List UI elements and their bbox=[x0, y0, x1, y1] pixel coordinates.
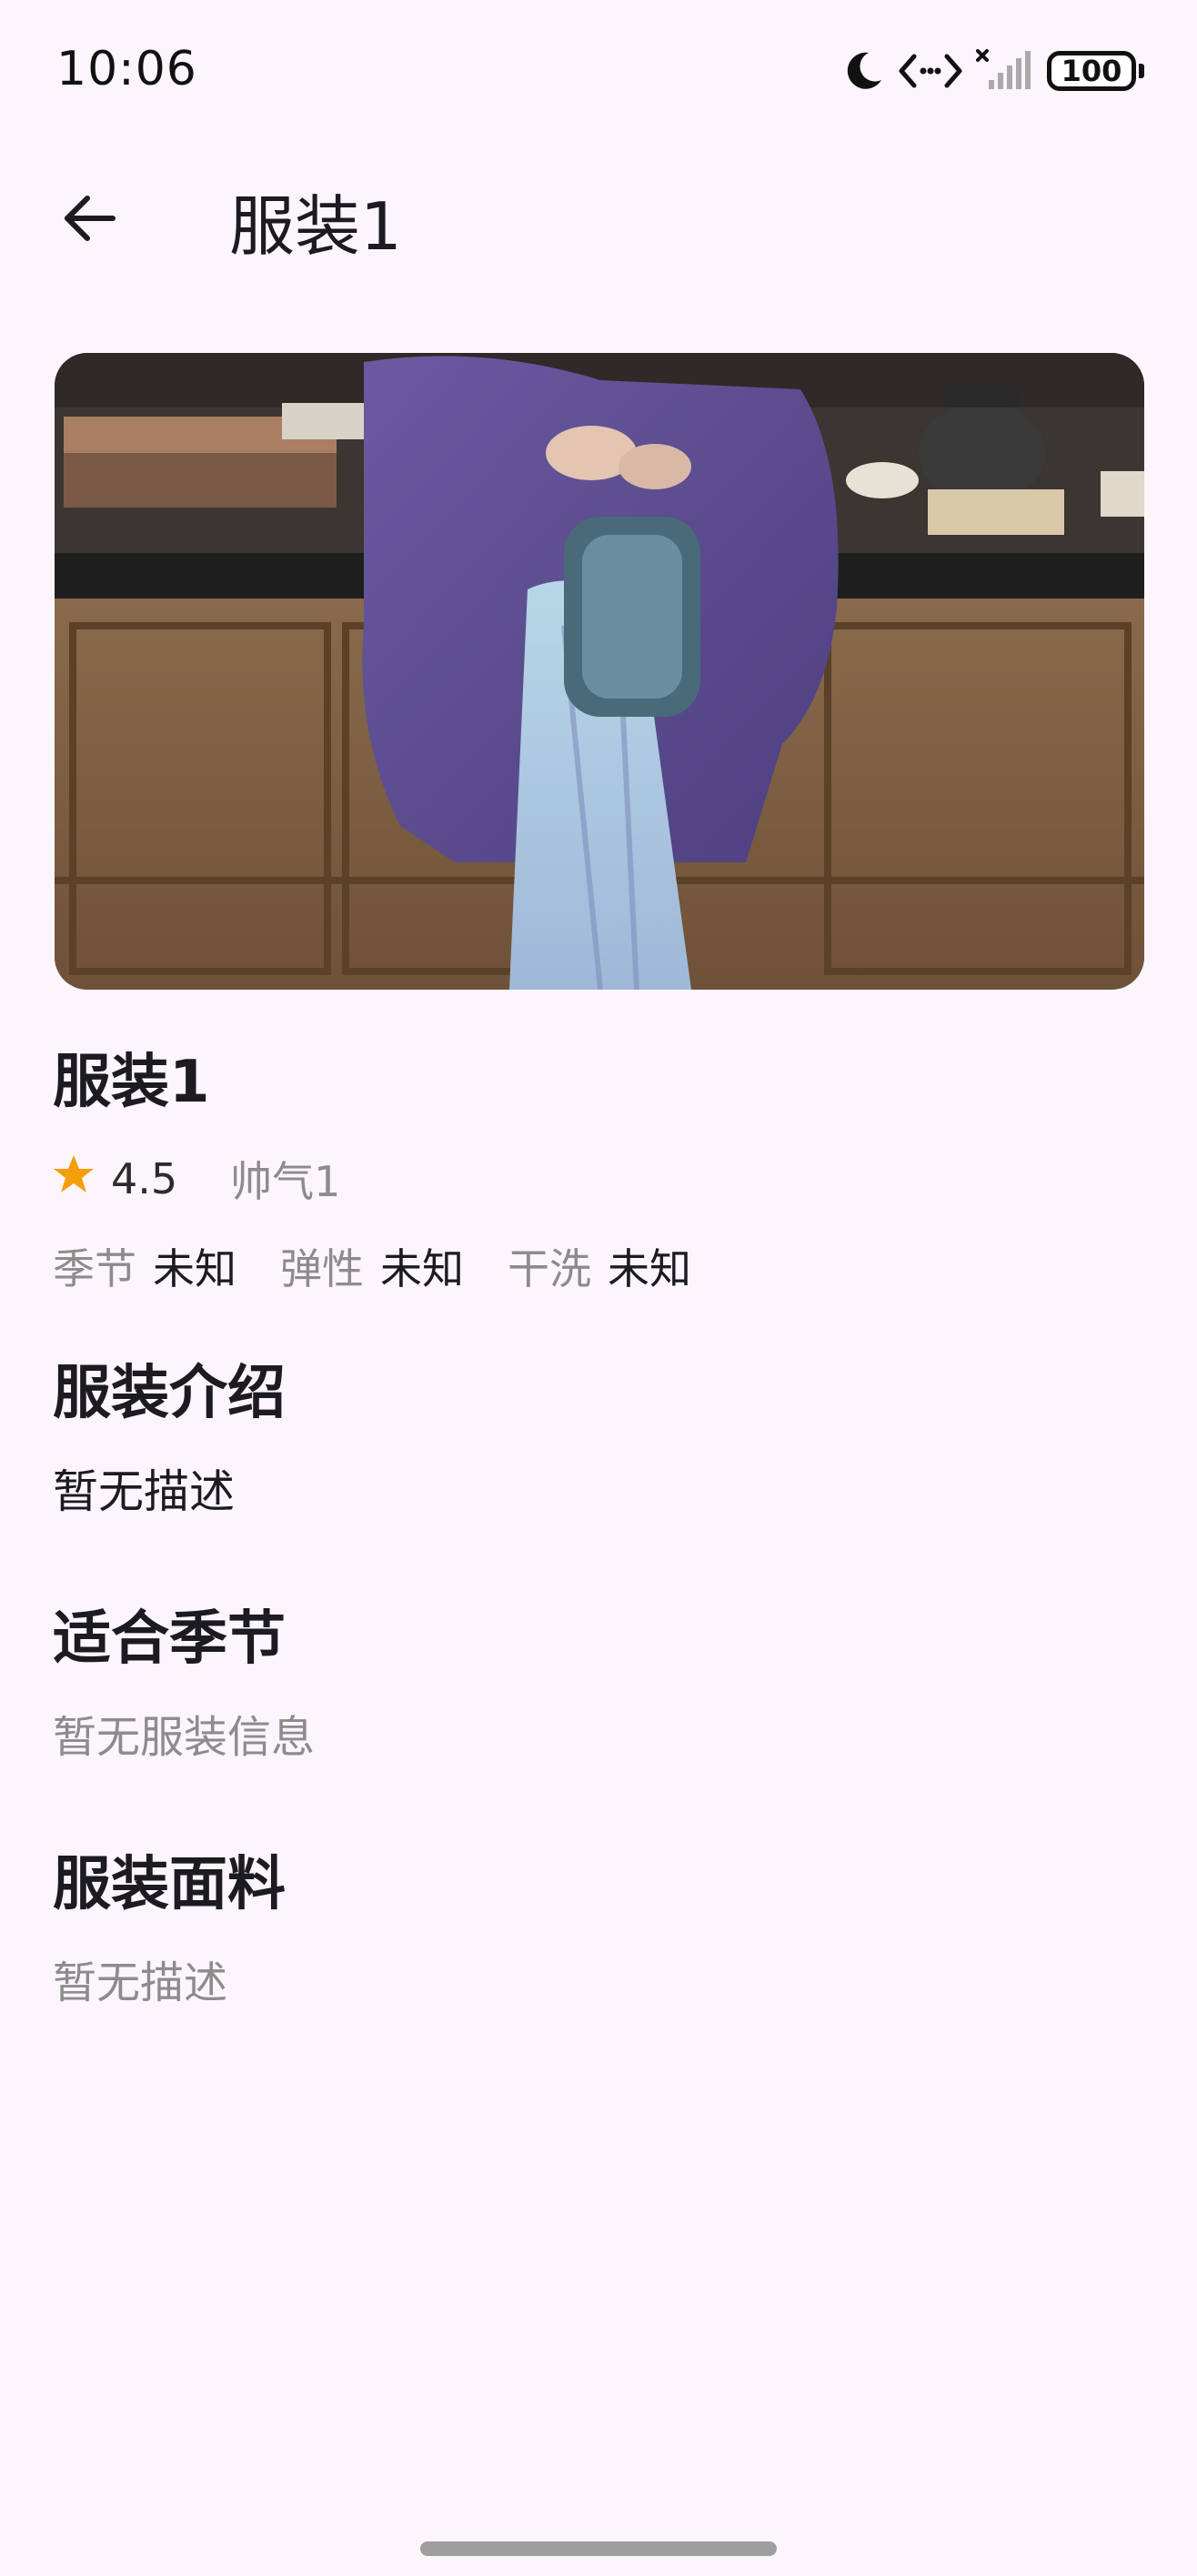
attribute-label: 干洗 bbox=[508, 1244, 591, 1293]
battery-level: 100 bbox=[1047, 51, 1136, 91]
battery-icon: 100 bbox=[1047, 51, 1144, 91]
moon-icon bbox=[841, 49, 885, 93]
attribute-season: 季节 未知 bbox=[53, 1236, 236, 1296]
item-details: 服装1 4.5 帅气1 季节 未知 弹性 未知 干洗 未知 服装介绍 暂无描述 … bbox=[53, 1037, 1144, 2019]
page-title: 服装1 bbox=[229, 188, 402, 265]
section-season: 适合季节 暂无服装信息 bbox=[53, 1594, 1144, 1774]
back-button[interactable] bbox=[44, 175, 135, 266]
data-arrows-icon bbox=[898, 49, 963, 93]
attribute-value: 未知 bbox=[153, 1244, 236, 1293]
rating-row: 4.5 帅气1 bbox=[53, 1142, 1144, 1215]
style-tag: 帅气1 bbox=[230, 1157, 341, 1206]
section-title: 适合季节 bbox=[53, 1605, 286, 1673]
attribute-label: 季节 bbox=[53, 1244, 136, 1293]
rating-value: 4.5 bbox=[111, 1154, 178, 1203]
attribute-label: 弹性 bbox=[280, 1244, 364, 1293]
arrow-left-icon bbox=[60, 189, 118, 251]
attribute-value: 未知 bbox=[608, 1244, 691, 1293]
clothing-photo bbox=[55, 353, 1144, 990]
attribute-value: 未知 bbox=[380, 1244, 464, 1293]
status-time: 10:06 bbox=[56, 42, 197, 96]
status-bar: 10:06 100 bbox=[0, 0, 1197, 136]
star-icon bbox=[53, 1153, 95, 1205]
home-indicator[interactable] bbox=[420, 2541, 777, 2556]
section-title: 服装介绍 bbox=[53, 1360, 286, 1427]
attribute-dry-clean: 干洗 未知 bbox=[508, 1236, 691, 1296]
section-body: 暂无描述 bbox=[53, 1465, 235, 1518]
signal-icon bbox=[976, 49, 1034, 93]
item-title: 服装1 bbox=[53, 1049, 210, 1116]
section-body: 暂无服装信息 bbox=[53, 1712, 316, 1763]
attribute-elasticity: 弹性 未知 bbox=[280, 1236, 464, 1296]
section-body: 暂无描述 bbox=[53, 1957, 228, 2008]
attributes-row: 季节 未知 弹性 未知 干洗 未知 bbox=[53, 1230, 1144, 1303]
section-title: 服装面料 bbox=[53, 1851, 286, 1918]
app-bar: 服装1 bbox=[0, 155, 1197, 273]
section-fabric: 服装面料 暂无描述 bbox=[53, 1839, 1144, 2019]
status-icons: 100 bbox=[841, 44, 1144, 98]
section-intro: 服装介绍 暂无描述 bbox=[53, 1348, 1144, 1528]
